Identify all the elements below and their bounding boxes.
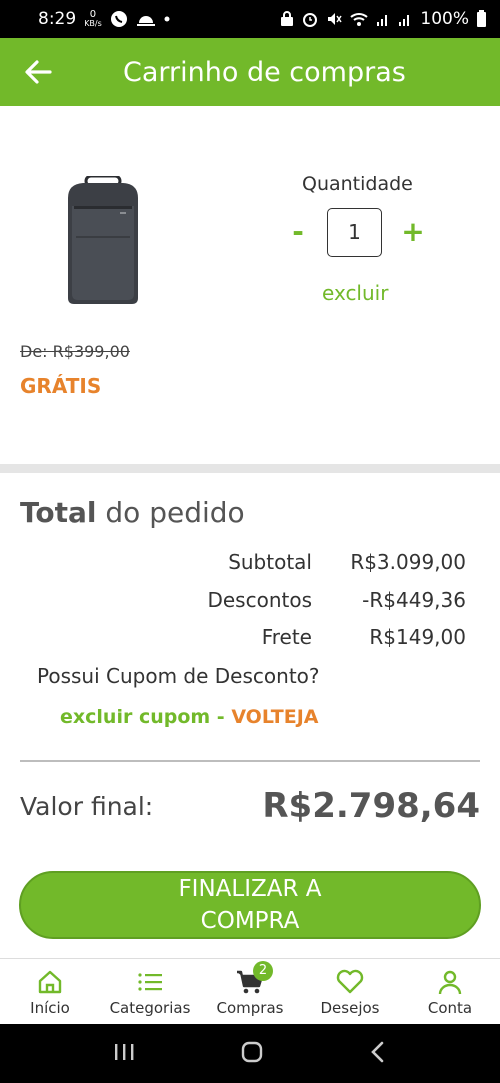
order-total-heading: Total do pedido <box>20 496 245 529</box>
cart-badge: 2 <box>253 961 273 981</box>
nav-label-categorias: Categorias <box>109 999 191 1017</box>
product-price: GRÁTIS <box>20 374 102 398</box>
status-time: 8:29 <box>38 9 77 29</box>
nav-label-desejos: Desejos <box>320 999 380 1017</box>
lock-icon <box>280 11 294 27</box>
quantity-increase-button[interactable]: + <box>400 216 426 248</box>
order-total-heading-bold: Total <box>20 496 97 529</box>
signal-icon-1 <box>376 11 390 27</box>
wifi-icon <box>350 11 369 27</box>
subtotal-label: Subtotal <box>228 550 312 574</box>
recent-apps-icon[interactable] <box>112 1042 136 1066</box>
list-icon <box>135 968 165 996</box>
alarm-icon <box>302 11 318 27</box>
back-nav-icon[interactable] <box>368 1040 388 1068</box>
arrow-left-icon <box>25 60 52 84</box>
shipping-value: R$149,00 <box>369 625 466 649</box>
system-nav-bar <box>0 1024 500 1083</box>
battery-icon <box>477 9 486 27</box>
bottom-nav: Início Categorias 2 Compras Desejos Cont… <box>0 958 500 1024</box>
nav-item-inicio[interactable]: Início <box>0 959 100 1024</box>
product-image[interactable] <box>58 176 148 306</box>
discount-value: -R$449,36 <box>362 588 466 612</box>
nav-item-desejos[interactable]: Desejos <box>300 959 400 1024</box>
app-bar: Carrinho de compras <box>0 38 500 106</box>
remove-coupon-link[interactable]: excluir cupom - <box>60 706 225 728</box>
back-button[interactable] <box>0 38 76 106</box>
subtotal-value: R$3.099,00 <box>350 550 466 574</box>
summary-divider <box>20 760 480 762</box>
page-title: Carrinho de compras <box>123 56 406 88</box>
quantity-input[interactable]: 1 <box>327 208 382 257</box>
shipping-label: Frete <box>261 625 312 649</box>
coupon-code: VOLTEJA <box>231 706 319 728</box>
nav-item-categorias[interactable]: Categorias <box>100 959 200 1024</box>
quantity-decrease-button[interactable]: - <box>286 216 310 248</box>
nav-label-inicio: Início <box>30 999 70 1017</box>
remove-item-link[interactable]: excluir <box>322 281 388 305</box>
home-button-icon[interactable] <box>240 1040 264 1068</box>
net-speed: 0 KB/s <box>84 10 102 28</box>
discount-label: Descontos <box>207 588 312 612</box>
section-divider <box>0 464 500 473</box>
final-value-label: Valor final: <box>20 792 154 821</box>
person-icon <box>435 968 465 996</box>
mute-icon <box>326 11 343 27</box>
home-icon <box>35 968 65 996</box>
checkout-button-label: FINALIZAR A COMPRA <box>178 876 322 934</box>
final-value-amount: R$2.798,64 <box>262 786 480 826</box>
cart-icon: 2 <box>235 961 273 996</box>
coupon-question: Possui Cupom de Desconto? <box>37 664 320 688</box>
cart-content[interactable]: Quantidade - 1 + excluir De: R$399,00 GR… <box>0 106 500 958</box>
battery-percent: 100% <box>420 9 469 29</box>
status-bar: 8:29 0 KB/s 100% <box>0 0 500 38</box>
nav-label-compras: Compras <box>216 999 284 1017</box>
nav-label-conta: Conta <box>427 999 473 1017</box>
signal-icon-2 <box>398 11 412 27</box>
heart-icon <box>335 968 365 996</box>
old-price: De: R$399,00 <box>20 342 130 361</box>
order-total-heading-rest: do pedido <box>96 496 245 529</box>
nav-item-conta[interactable]: Conta <box>400 959 500 1024</box>
quantity-label: Quantidade <box>302 173 413 195</box>
weather-icon <box>136 11 156 27</box>
coupon-line: excluir cupom - VOLTEJA <box>60 706 319 728</box>
dot-icon <box>164 16 170 22</box>
nav-item-compras[interactable]: 2 Compras <box>200 959 300 1024</box>
checkout-button[interactable]: FINALIZAR A COMPRA <box>19 871 481 939</box>
whatsapp-icon <box>110 10 128 28</box>
net-speed-unit: KB/s <box>84 19 102 28</box>
